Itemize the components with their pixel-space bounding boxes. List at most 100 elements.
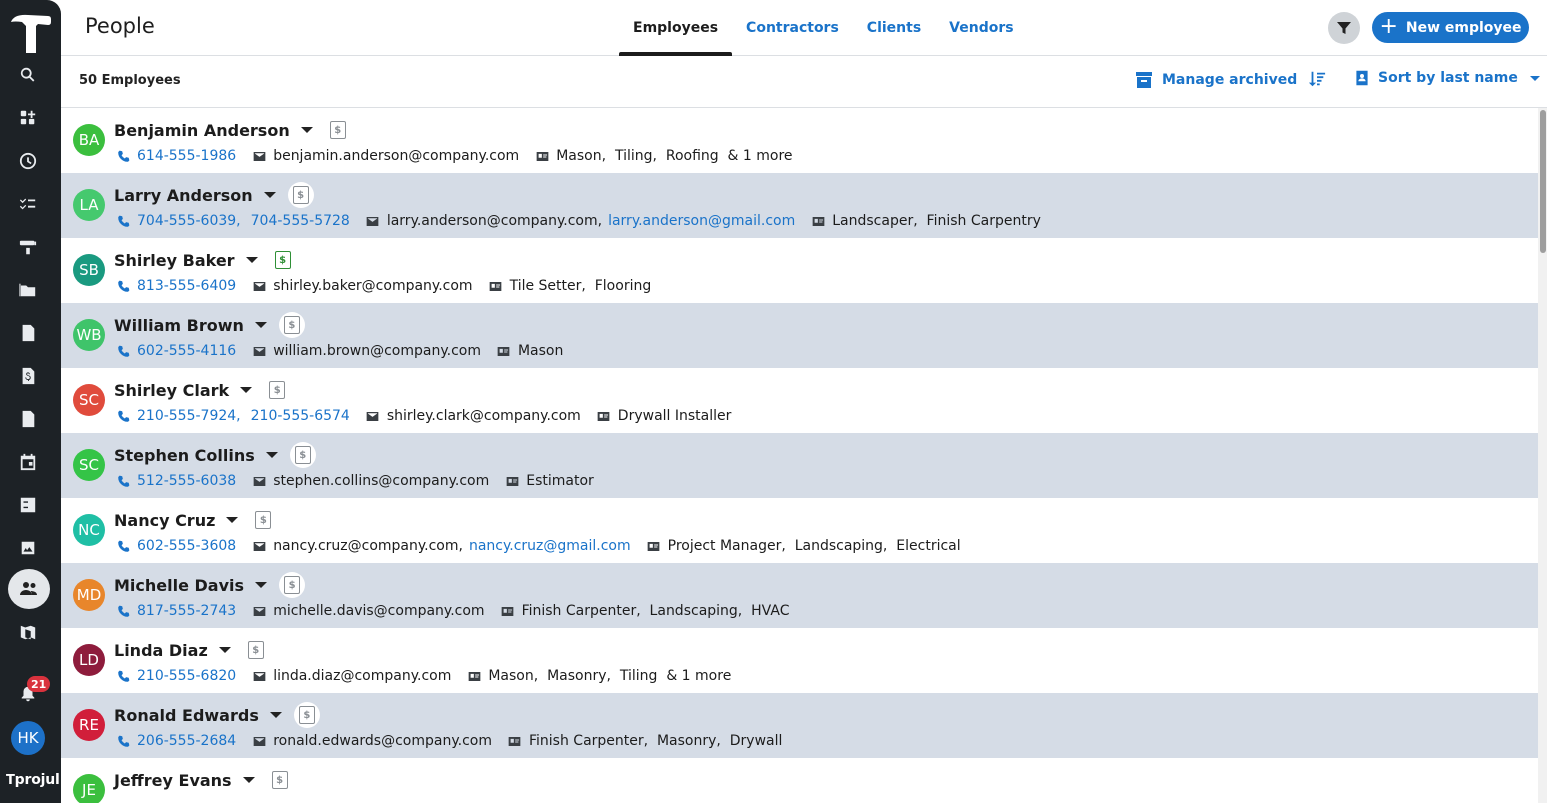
phone-link[interactable]: 704-555-6039, [137,213,241,229]
photos-icon[interactable] [18,538,38,558]
phone-link[interactable]: 210-555-6574 [251,408,350,424]
pay-rate-button[interactable]: $ [243,637,269,663]
email-text: nancy.cruz@company.com, [273,538,463,554]
pay-rate-button[interactable]: $ [279,572,306,598]
phone-link[interactable]: 210-555-7924, [137,408,241,424]
calendar-icon[interactable] [18,452,38,472]
phone-link[interactable]: 614-555-1986 [137,148,236,164]
employee-row[interactable]: RE Ronald Edwards $ 206-555-2684 ronald.e… [61,693,1538,758]
notification-badge: 21 [27,676,51,692]
purchase-order-icon[interactable] [18,409,38,429]
employee-row[interactable]: JE Jeffrey Evans $ [61,758,1538,803]
new-employee-button[interactable]: + New employee [1372,12,1529,43]
tab-vendors[interactable]: Vendors [935,0,1027,56]
employee-row[interactable]: BA Benjamin Anderson $ 614-555-1986 benja… [61,108,1538,173]
phone-link[interactable]: 813-555-6409 [137,278,236,294]
tab-clients[interactable]: Clients [853,0,935,56]
checklist-board-icon[interactable] [18,495,38,515]
trade-list: Finish Carpenter, Landscaping, HVAC [521,603,790,619]
pay-rate-button[interactable]: $ [264,377,290,403]
pay-rate-button[interactable]: $ [287,182,314,208]
employee-name-line: Stephen Collins $ [114,442,316,468]
folders-icon[interactable] [18,280,38,300]
pay-rate-button[interactable]: $ [289,442,316,468]
paint-roller-icon[interactable] [18,237,38,257]
sort-by-dropdown[interactable]: Sort by last name [1354,70,1540,86]
employee-name[interactable]: Larry Anderson [114,186,253,205]
trade-list: Mason, Tiling, Roofing & 1 more [556,148,793,164]
phone-link[interactable]: 206-555-2684 [137,733,236,749]
pay-document-icon: $ [271,771,288,789]
user-avatar[interactable]: HK [11,721,45,755]
employee-name[interactable]: Ronald Edwards [114,706,259,725]
employee-name[interactable]: Linda Diaz [114,641,208,660]
phone-icon [116,539,130,553]
caret-down-icon[interactable] [265,452,278,458]
employee-name[interactable]: Shirley Baker [114,251,235,270]
sort-direction-button[interactable] [1308,70,1326,88]
pay-rate-button[interactable]: $ [270,247,296,273]
caret-down-icon[interactable] [300,127,313,133]
employee-avatar: LD [73,644,105,676]
caret-down-icon[interactable] [255,582,268,588]
tab-employees[interactable]: Employees [619,0,733,56]
employee-row[interactable]: MD Michelle Davis $ 817-555-2743 michelle… [61,563,1538,628]
email-text: shirley.baker@company.com [273,278,473,294]
email-icon [252,539,266,553]
phone-link[interactable]: 512-555-6038 [137,473,236,489]
email-link[interactable]: nancy.cruz@gmail.com [469,538,631,554]
employee-name[interactable]: Shirley Clark [114,381,229,400]
phone-link[interactable]: 210-555-6820 [137,668,236,684]
employee-name[interactable]: Stephen Collins [114,446,255,465]
search-icon[interactable] [18,65,38,85]
caret-down-icon[interactable] [269,712,282,718]
phone-link[interactable]: 602-555-3608 [137,538,236,554]
caret-down-icon[interactable] [226,517,239,523]
employee-name[interactable]: Nancy Cruz [114,511,215,530]
pay-rate-button[interactable]: $ [267,767,293,793]
trade-list: Finish Carpenter, Masonry, Drywall [528,733,783,749]
hammer-logo-icon[interactable] [8,12,52,54]
people-nav-icon[interactable] [8,569,50,609]
phone-icon [116,279,130,293]
employee-row[interactable]: WB William Brown $ 602-555-4116 william.b… [61,303,1538,368]
phone-link[interactable]: 602-555-4116 [137,343,236,359]
employee-name[interactable]: Benjamin Anderson [114,121,290,140]
phone-link[interactable]: 817-555-2743 [137,603,236,619]
employee-avatar: LA [73,189,105,221]
caret-down-icon[interactable] [263,192,276,198]
tasks-checklist-icon[interactable] [18,194,38,214]
employee-name[interactable]: William Brown [114,316,244,335]
employee-row[interactable]: SC Stephen Collins $ 512-555-6038 stephen… [61,433,1538,498]
pay-document-icon: $ [329,121,346,139]
employee-name[interactable]: Michelle Davis [114,576,244,595]
pay-rate-button[interactable]: $ [250,507,276,533]
scrollbar-thumb[interactable] [1540,110,1546,253]
email-text: william.brown@company.com [273,343,481,359]
manage-archived-button[interactable]: Manage archived [1134,70,1297,90]
caret-down-icon[interactable] [218,647,231,653]
estimate-document-icon[interactable] [18,323,38,343]
pay-rate-button[interactable]: $ [278,312,305,338]
invoice-document-icon[interactable] [18,366,38,386]
caret-down-icon[interactable] [254,322,267,328]
email-link[interactable]: larry.anderson@gmail.com [608,213,795,229]
employee-row[interactable]: SC Shirley Clark $ 210-555-7924, 210-555-… [61,368,1538,433]
map-icon[interactable] [18,622,38,642]
employee-row[interactable]: LA Larry Anderson $ 704-555-6039, 704-555… [61,173,1538,238]
caret-down-icon[interactable] [240,387,253,393]
pay-rate-button[interactable]: $ [325,117,351,143]
phone-link[interactable]: 704-555-5728 [251,213,350,229]
pay-rate-button[interactable]: $ [293,702,320,728]
dashboard-add-icon[interactable] [18,108,38,128]
employee-name[interactable]: Jeffrey Evans [114,771,232,790]
filter-button[interactable] [1328,12,1360,44]
employee-row[interactable]: SB Shirley Baker $ 813-555-6409 shirley.b… [61,238,1538,303]
caret-down-icon[interactable] [245,257,258,263]
tab-contractors[interactable]: Contractors [732,0,853,56]
clock-icon[interactable] [18,151,38,171]
pay-document-icon: $ [274,251,291,269]
employee-row[interactable]: NC Nancy Cruz $ 602-555-3608 nancy.cruz@c… [61,498,1538,563]
caret-down-icon[interactable] [242,777,255,783]
employee-row[interactable]: LD Linda Diaz $ 210-555-6820 linda.diaz@c… [61,628,1538,693]
